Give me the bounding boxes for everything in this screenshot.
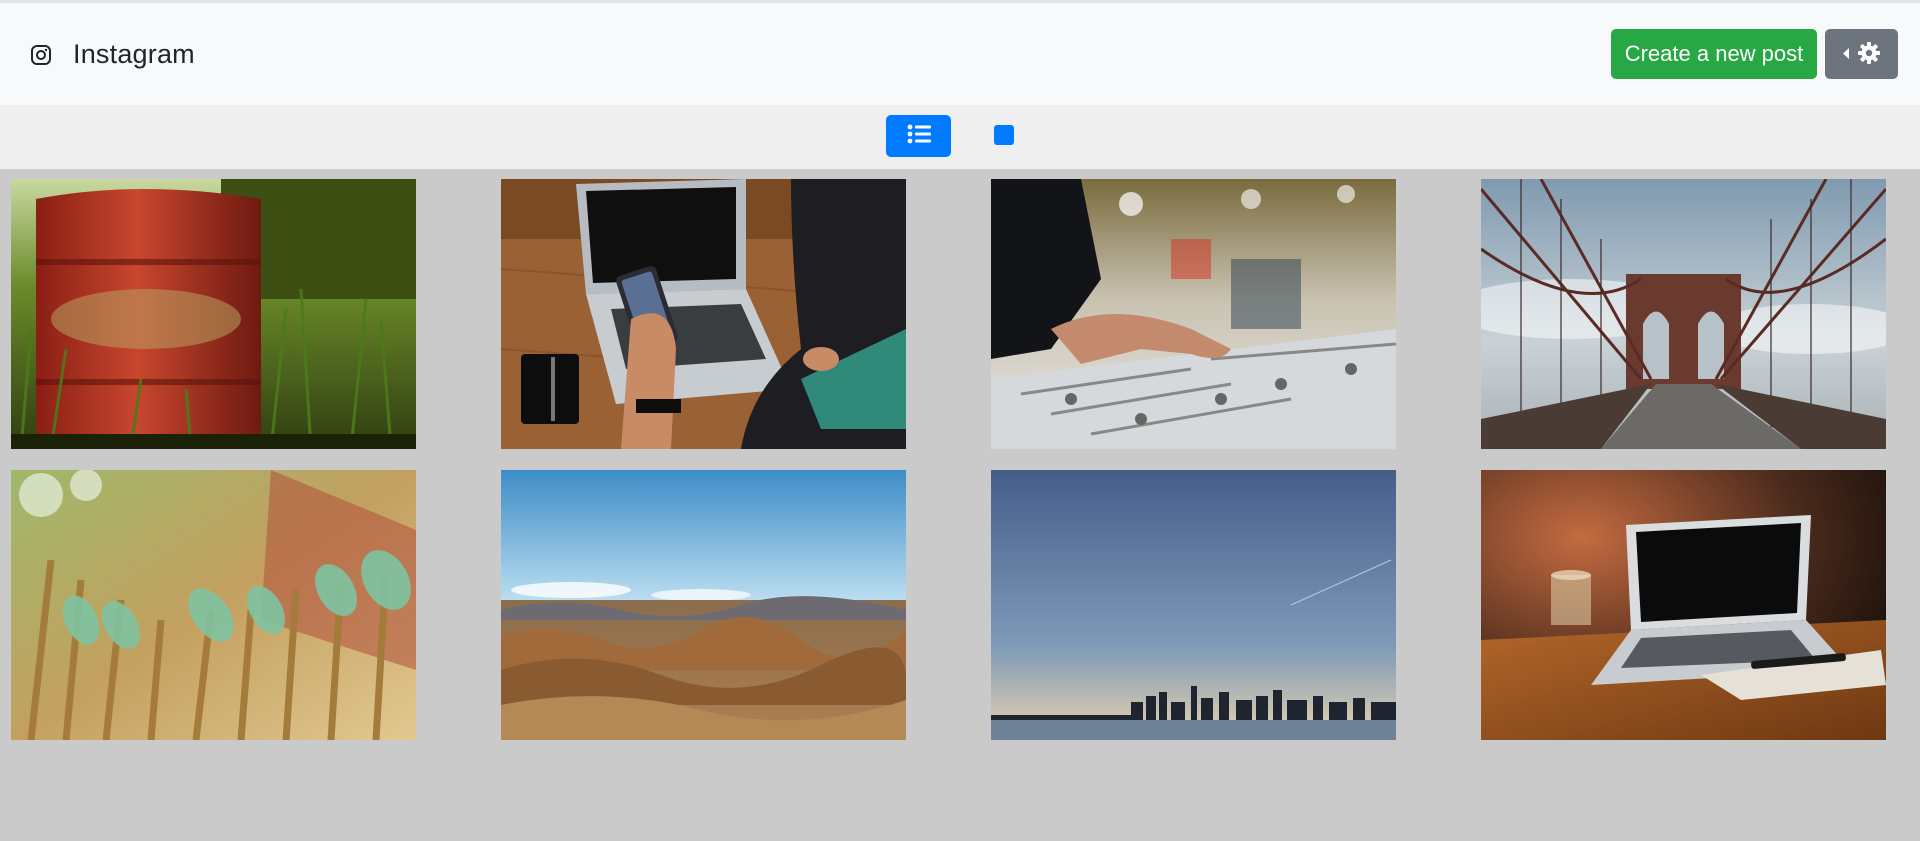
square-view-button[interactable] (994, 125, 1014, 145)
gear-icon (1857, 41, 1881, 68)
photo-phone-laptop[interactable] (501, 179, 906, 449)
photo-city-skyline[interactable] (991, 470, 1396, 740)
brand[interactable]: Instagram (30, 39, 195, 70)
photo-green-bottles[interactable] (11, 470, 416, 740)
photo-grid (0, 169, 1920, 841)
photo-rusty-barrel[interactable] (11, 179, 416, 449)
navbar: Instagram Create a new post (0, 3, 1920, 105)
list-icon (907, 124, 931, 149)
create-post-button[interactable]: Create a new post (1611, 29, 1817, 79)
settings-button[interactable] (1825, 29, 1898, 79)
brand-name: Instagram (73, 39, 195, 69)
list-view-button[interactable] (886, 115, 951, 157)
photo-laptop-table[interactable] (1481, 470, 1886, 740)
instagram-icon (30, 44, 52, 66)
view-toolbar (0, 105, 1920, 169)
photo-mixing-console[interactable] (991, 179, 1396, 449)
caret-left-icon (1842, 47, 1850, 62)
photo-brooklyn-bridge[interactable] (1481, 179, 1886, 449)
photo-rolling-hills[interactable] (501, 470, 906, 740)
